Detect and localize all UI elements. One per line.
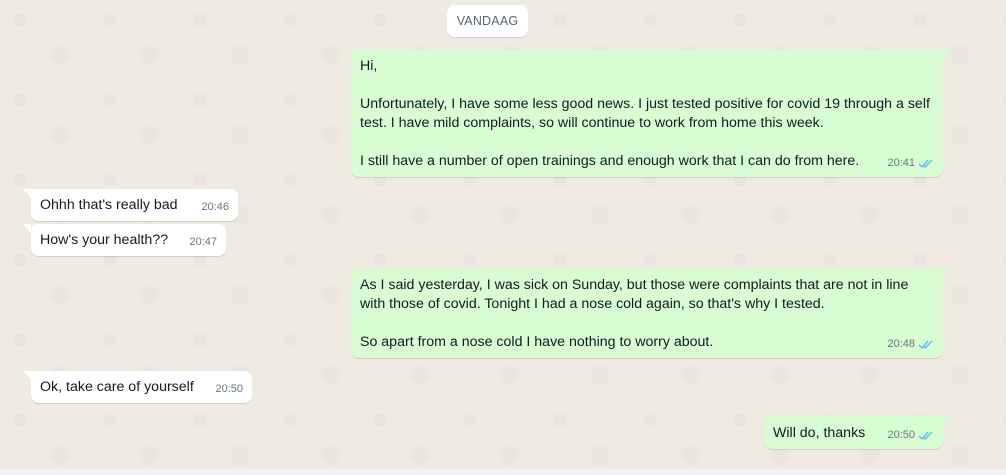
message-time: 20:41 (887, 157, 915, 169)
message-meta: 20:47 (189, 233, 217, 252)
message-bubble-incoming[interactable]: How's your health?? 20:47 (23, 224, 226, 256)
message-bubble-outgoing[interactable]: Hi, Unfortunately, I have some less good… (351, 50, 951, 177)
double-check-read-icon (918, 340, 933, 350)
message-time: 20:47 (189, 236, 217, 248)
message-time: 20:50 (887, 429, 915, 441)
composer-edge (0, 469, 1006, 475)
message-text: Hi, Unfortunately, I have some less good… (360, 58, 930, 169)
message-meta: 20:48 (887, 335, 934, 354)
message-meta: 20:50 (215, 380, 243, 399)
message-time: 20:50 (215, 383, 243, 395)
message-bubble-outgoing[interactable]: Will do, thanks 20:50 (764, 416, 951, 449)
message-bubble-incoming[interactable]: Ok, take care of yourself 20:50 (23, 371, 252, 403)
message-bubble-incoming[interactable]: Ohhh that's really bad 20:46 (23, 189, 238, 221)
message-time: 20:46 (201, 201, 229, 213)
message-bubble-outgoing[interactable]: As I said yesterday, I was sick on Sunda… (351, 269, 951, 358)
message-time: 20:48 (887, 338, 915, 350)
message-meta: 20:50 (887, 426, 934, 445)
double-check-read-icon (918, 431, 933, 441)
chat-pane[interactable]: VANDAAG Hi, Unfortunately, I have some l… (0, 0, 1006, 475)
message-text: As I said yesterday, I was sick on Sunda… (360, 277, 909, 350)
double-check-read-icon (918, 159, 933, 169)
message-text: Ok, take care of yourself (40, 379, 194, 395)
date-separator-label: VANDAAG (456, 14, 519, 28)
date-separator: VANDAAG (447, 5, 528, 37)
message-meta: 20:46 (201, 198, 229, 217)
message-meta: 20:41 (887, 154, 934, 173)
